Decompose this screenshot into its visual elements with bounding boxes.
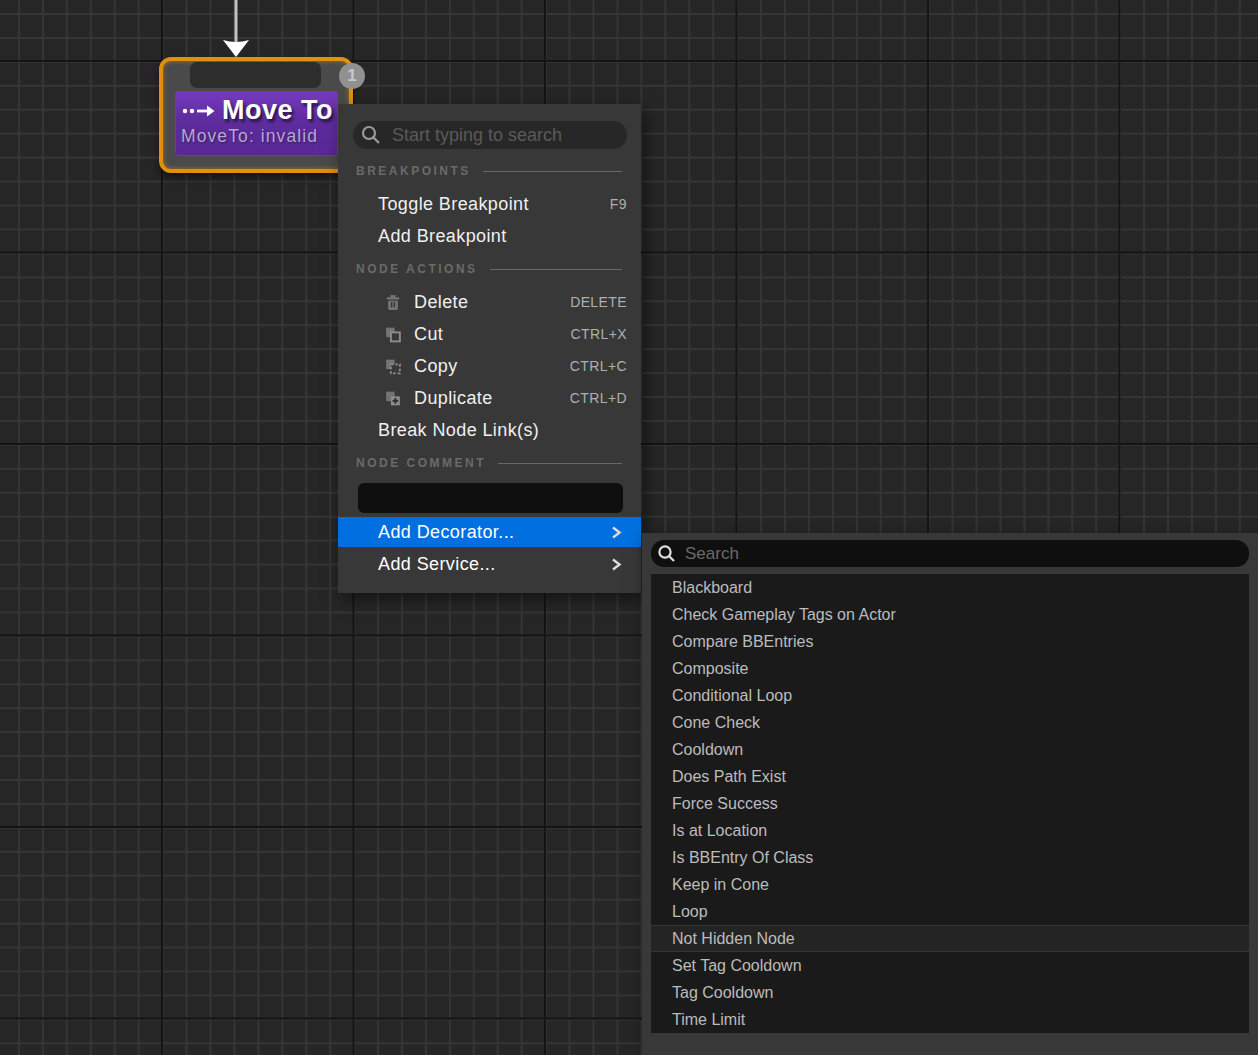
- decorator-option-loop[interactable]: Loop: [651, 898, 1249, 925]
- section-divider: [483, 171, 622, 172]
- decorator-option-cooldown[interactable]: Cooldown: [651, 736, 1249, 763]
- decorator-option-conditional-loop[interactable]: Conditional Loop: [651, 682, 1249, 709]
- menu-item-toggle-breakpoint[interactable]: Toggle BreakpointF9: [338, 188, 641, 220]
- decorator-list: BlackboardCheck Gameplay Tags on ActorCo…: [651, 574, 1249, 1033]
- node-comment-bubble[interactable]: [190, 62, 321, 88]
- section-header-node-actions: NODE ACTIONS: [356, 259, 622, 279]
- copy-icon: [383, 357, 403, 376]
- section-header-node-comment: NODE COMMENT: [356, 453, 622, 473]
- decorator-option-tag-cooldown[interactable]: Tag Cooldown: [651, 979, 1249, 1006]
- decorator-submenu: BlackboardCheck Gameplay Tags on ActorCo…: [642, 533, 1258, 1055]
- node-subtitle: MoveTo: invalid: [176, 126, 337, 147]
- decorator-option-check-gameplay-tags-on-actor[interactable]: Check Gameplay Tags on Actor: [651, 601, 1249, 628]
- exec-flow-arrow: [221, 0, 251, 58]
- section-divider: [490, 269, 622, 270]
- decorator-option-set-tag-cooldown[interactable]: Set Tag Cooldown: [651, 952, 1249, 979]
- menu-item-duplicate[interactable]: DuplicateCTRL+D: [338, 382, 641, 414]
- menu-item-break-node-link-s[interactable]: Break Node Link(s): [338, 414, 641, 446]
- trash-icon: [383, 293, 403, 312]
- search-icon: [361, 125, 381, 145]
- decorator-option-keep-in-cone[interactable]: Keep in Cone: [651, 871, 1249, 898]
- menu-item-add-breakpoint[interactable]: Add Breakpoint: [338, 220, 641, 252]
- node-comment-input[interactable]: [358, 483, 623, 513]
- submenu-search-input[interactable]: [683, 543, 1239, 565]
- menu-item-add-service[interactable]: Add Service...: [338, 549, 641, 579]
- menu-item-delete[interactable]: DeleteDELETE: [338, 286, 641, 318]
- decorator-option-does-path-exist[interactable]: Does Path Exist: [651, 763, 1249, 790]
- node-index-badge: 1: [339, 63, 365, 89]
- search-icon: [657, 544, 676, 563]
- duplicate-icon: [383, 389, 403, 408]
- context-menu: BREAKPOINTS Toggle BreakpointF9Add Breakp…: [338, 104, 641, 593]
- decorator-option-cone-check[interactable]: Cone Check: [651, 709, 1249, 736]
- submenu-chevron-icon: [608, 524, 625, 541]
- menu-shortcut: DELETE: [570, 294, 627, 310]
- context-menu-search-input[interactable]: [390, 124, 617, 147]
- menu-shortcut: F9: [610, 196, 627, 212]
- node-title: Move To: [222, 95, 333, 126]
- decorator-option-force-success[interactable]: Force Success: [651, 790, 1249, 817]
- submenu-search[interactable]: [651, 540, 1249, 567]
- menu-item-cut[interactable]: CutCTRL+X: [338, 318, 641, 350]
- section-divider: [498, 463, 622, 464]
- graph-canvas[interactable]: 1 Move To MoveTo: invalid BREAKPOINTS Tog…: [0, 0, 1258, 1055]
- menu-shortcut: CTRL+D: [570, 390, 627, 406]
- decorator-option-blackboard[interactable]: Blackboard: [651, 574, 1249, 601]
- node-header: Move To MoveTo: invalid: [175, 91, 338, 156]
- context-menu-search[interactable]: [353, 121, 627, 149]
- decorator-option-is-at-location[interactable]: Is at Location: [651, 817, 1249, 844]
- decorator-option-not-hidden-node[interactable]: Not Hidden Node: [651, 925, 1249, 952]
- move-to-node[interactable]: 1 Move To MoveTo: invalid: [159, 57, 353, 173]
- submenu-chevron-icon: [608, 556, 625, 573]
- menu-item-copy[interactable]: CopyCTRL+C: [338, 350, 641, 382]
- decorator-option-time-limit[interactable]: Time Limit: [651, 1006, 1249, 1033]
- menu-shortcut: CTRL+C: [570, 358, 627, 374]
- task-arrow-icon: [181, 103, 217, 119]
- decorator-option-composite[interactable]: Composite: [651, 655, 1249, 682]
- menu-item-add-decorator[interactable]: Add Decorator...: [338, 517, 641, 547]
- decorator-option-is-bbentry-of-class[interactable]: Is BBEntry Of Class: [651, 844, 1249, 871]
- cut-icon: [383, 325, 403, 344]
- section-header-breakpoints: BREAKPOINTS: [356, 161, 622, 181]
- menu-shortcut: CTRL+X: [571, 326, 627, 342]
- decorator-option-compare-bbentries[interactable]: Compare BBEntries: [651, 628, 1249, 655]
